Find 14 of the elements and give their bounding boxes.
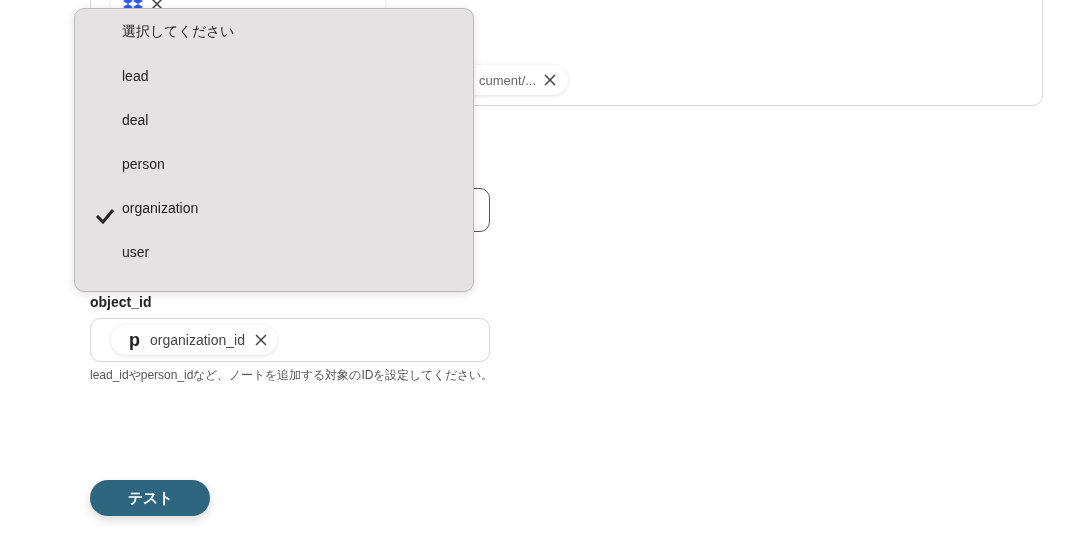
close-icon[interactable] xyxy=(254,334,267,346)
close-icon[interactable] xyxy=(544,74,557,86)
dropdown-option[interactable]: person xyxy=(75,142,473,186)
object-id-field[interactable]: p organization_id xyxy=(90,318,490,362)
test-button[interactable]: テスト xyxy=(90,480,210,516)
chip-text: organization_id xyxy=(150,332,245,348)
dropdown-option[interactable]: user xyxy=(75,230,473,274)
box-logo-icon xyxy=(123,0,143,10)
dropdown-option[interactable]: organization xyxy=(75,186,473,230)
help-text: lead_idやperson_idなど、ノートを追加する対象のIDを設定してください。 xyxy=(90,367,495,384)
p-icon: p xyxy=(129,329,140,351)
close-icon[interactable] xyxy=(151,0,163,10)
file-name: cument/... xyxy=(479,72,537,88)
field-label: object_id xyxy=(90,294,153,310)
